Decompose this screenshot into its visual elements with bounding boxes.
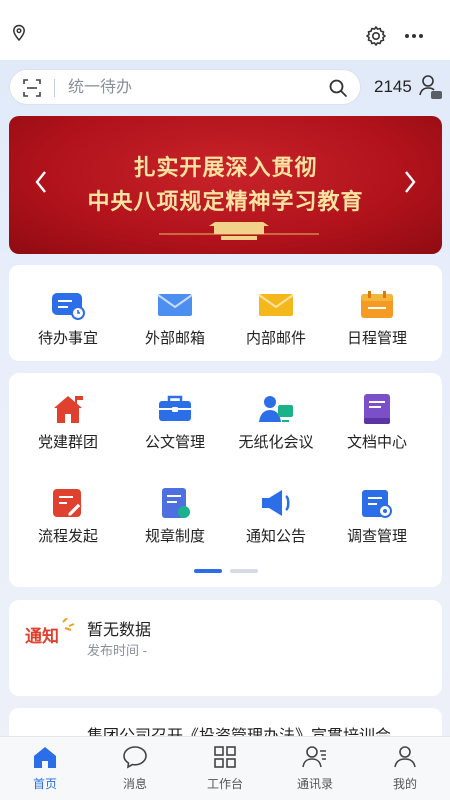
gear-icon[interactable] (364, 24, 388, 48)
app-rules[interactable]: 规章制度 (125, 487, 225, 547)
app-party[interactable]: 党建群团 (18, 393, 118, 453)
app-label: 公文管理 (144, 434, 205, 451)
notice-badge-icon: 通知 (25, 618, 75, 647)
quick-action-label: 日程管理 (346, 330, 407, 347)
app-label: 调查管理 (346, 528, 407, 545)
book-icon (364, 394, 390, 424)
tab-label: 工作台 (206, 777, 243, 791)
todo-count[interactable]: 2145 (374, 76, 412, 98)
megaphone-icon (262, 490, 290, 516)
notice-card[interactable]: 通知 暂无数据 发布时间 - (9, 600, 442, 696)
quick-action-label: 外部邮箱 (144, 330, 205, 347)
app-document-center[interactable]: 文档中心 (327, 393, 427, 453)
search-divider (54, 79, 55, 97)
todo-icon (52, 293, 85, 320)
notice-badge-text: 通知 (25, 626, 59, 647)
tab-profile[interactable]: 我的 (360, 745, 450, 792)
briefcase-icon (159, 395, 191, 421)
promo-banner[interactable]: 扎实开展深入贯彻 中央八项规定精神学习教育 (9, 116, 442, 254)
magnifier-icon[interactable] (328, 78, 348, 98)
app-label: 规章制度 (144, 528, 205, 545)
tab-label: 我的 (392, 777, 417, 791)
tab-workbench[interactable]: 工作台 (180, 745, 270, 792)
notice-publish-time: 发布时间 - (87, 643, 147, 658)
quick-action-external-mail[interactable]: 外部邮箱 (125, 289, 225, 349)
tab-label: 通讯录 (296, 777, 333, 791)
tab-contacts[interactable]: 通讯录 (270, 745, 360, 792)
app-label: 无纸化会议 (238, 434, 314, 451)
page-indicator (194, 569, 264, 575)
app-notices[interactable]: 通知公告 (226, 487, 326, 547)
location-pin-icon[interactable] (10, 24, 28, 42)
mail-yellow-icon (258, 294, 294, 316)
survey-icon (362, 490, 392, 518)
app-label: 文档中心 (346, 434, 407, 451)
app-label: 通知公告 (245, 528, 306, 545)
mail-blue-icon (157, 294, 193, 316)
page-dot-active[interactable] (194, 569, 222, 573)
tab-label: 首页 (32, 777, 57, 791)
quick-action-label: 待办事宜 (37, 330, 98, 347)
tab-label: 消息 (122, 777, 147, 791)
chevron-right-icon[interactable] (400, 168, 420, 196)
quick-action-label: 内部邮件 (245, 330, 306, 347)
bottom-tab-bar: 首页 消息 工作台 通讯录 我的 (0, 736, 450, 800)
app-process[interactable]: 流程发起 (18, 487, 118, 547)
notice-title: 暂无数据 (87, 622, 152, 639)
profile-icon (394, 746, 416, 768)
app-paperless-meeting[interactable]: 无纸化会议 (226, 393, 326, 453)
scan-icon[interactable] (22, 78, 42, 98)
rules-icon (162, 488, 190, 518)
tab-messages[interactable]: 消息 (90, 745, 180, 792)
quick-action-internal-mail[interactable]: 内部邮件 (226, 289, 326, 349)
message-icon (123, 746, 147, 769)
app-label: 流程发起 (37, 528, 98, 545)
app-documents[interactable]: 公文管理 (125, 393, 225, 453)
banner-line-1: 扎实开展深入贯彻 (133, 155, 318, 181)
meeting-icon (259, 396, 293, 422)
search-row: 统一待办 2145 (0, 60, 450, 115)
calendar-icon (361, 291, 393, 318)
tab-home[interactable]: 首页 (0, 745, 90, 792)
quick-action-todo[interactable]: 待办事宜 (18, 289, 118, 349)
quick-actions-card: 待办事宜 外部邮箱 内部邮件 日程管理 (9, 265, 442, 361)
home-icon (34, 747, 56, 768)
contacts-icon (302, 746, 326, 768)
banner-line-2: 中央八项规定精神学习教育 (87, 189, 364, 215)
tiananmen-decoration-icon (159, 222, 319, 240)
app-survey[interactable]: 调查管理 (327, 487, 427, 547)
more-dots-icon[interactable] (402, 24, 426, 48)
app-label: 党建群团 (37, 434, 98, 451)
process-icon (53, 489, 82, 517)
party-home-icon (54, 396, 83, 423)
apps-grid-card: 党建群团 公文管理 无纸化会议 文档中心 流程发起 规章制度 通知公告 调查管理 (9, 373, 442, 587)
grid-icon (214, 746, 236, 768)
page-dot[interactable] (230, 569, 258, 573)
search-box[interactable]: 统一待办 (9, 69, 361, 105)
user-status-icon[interactable] (418, 74, 442, 100)
top-bar (0, 0, 450, 60)
quick-action-calendar[interactable]: 日程管理 (327, 289, 427, 349)
search-placeholder[interactable]: 统一待办 (68, 78, 132, 98)
